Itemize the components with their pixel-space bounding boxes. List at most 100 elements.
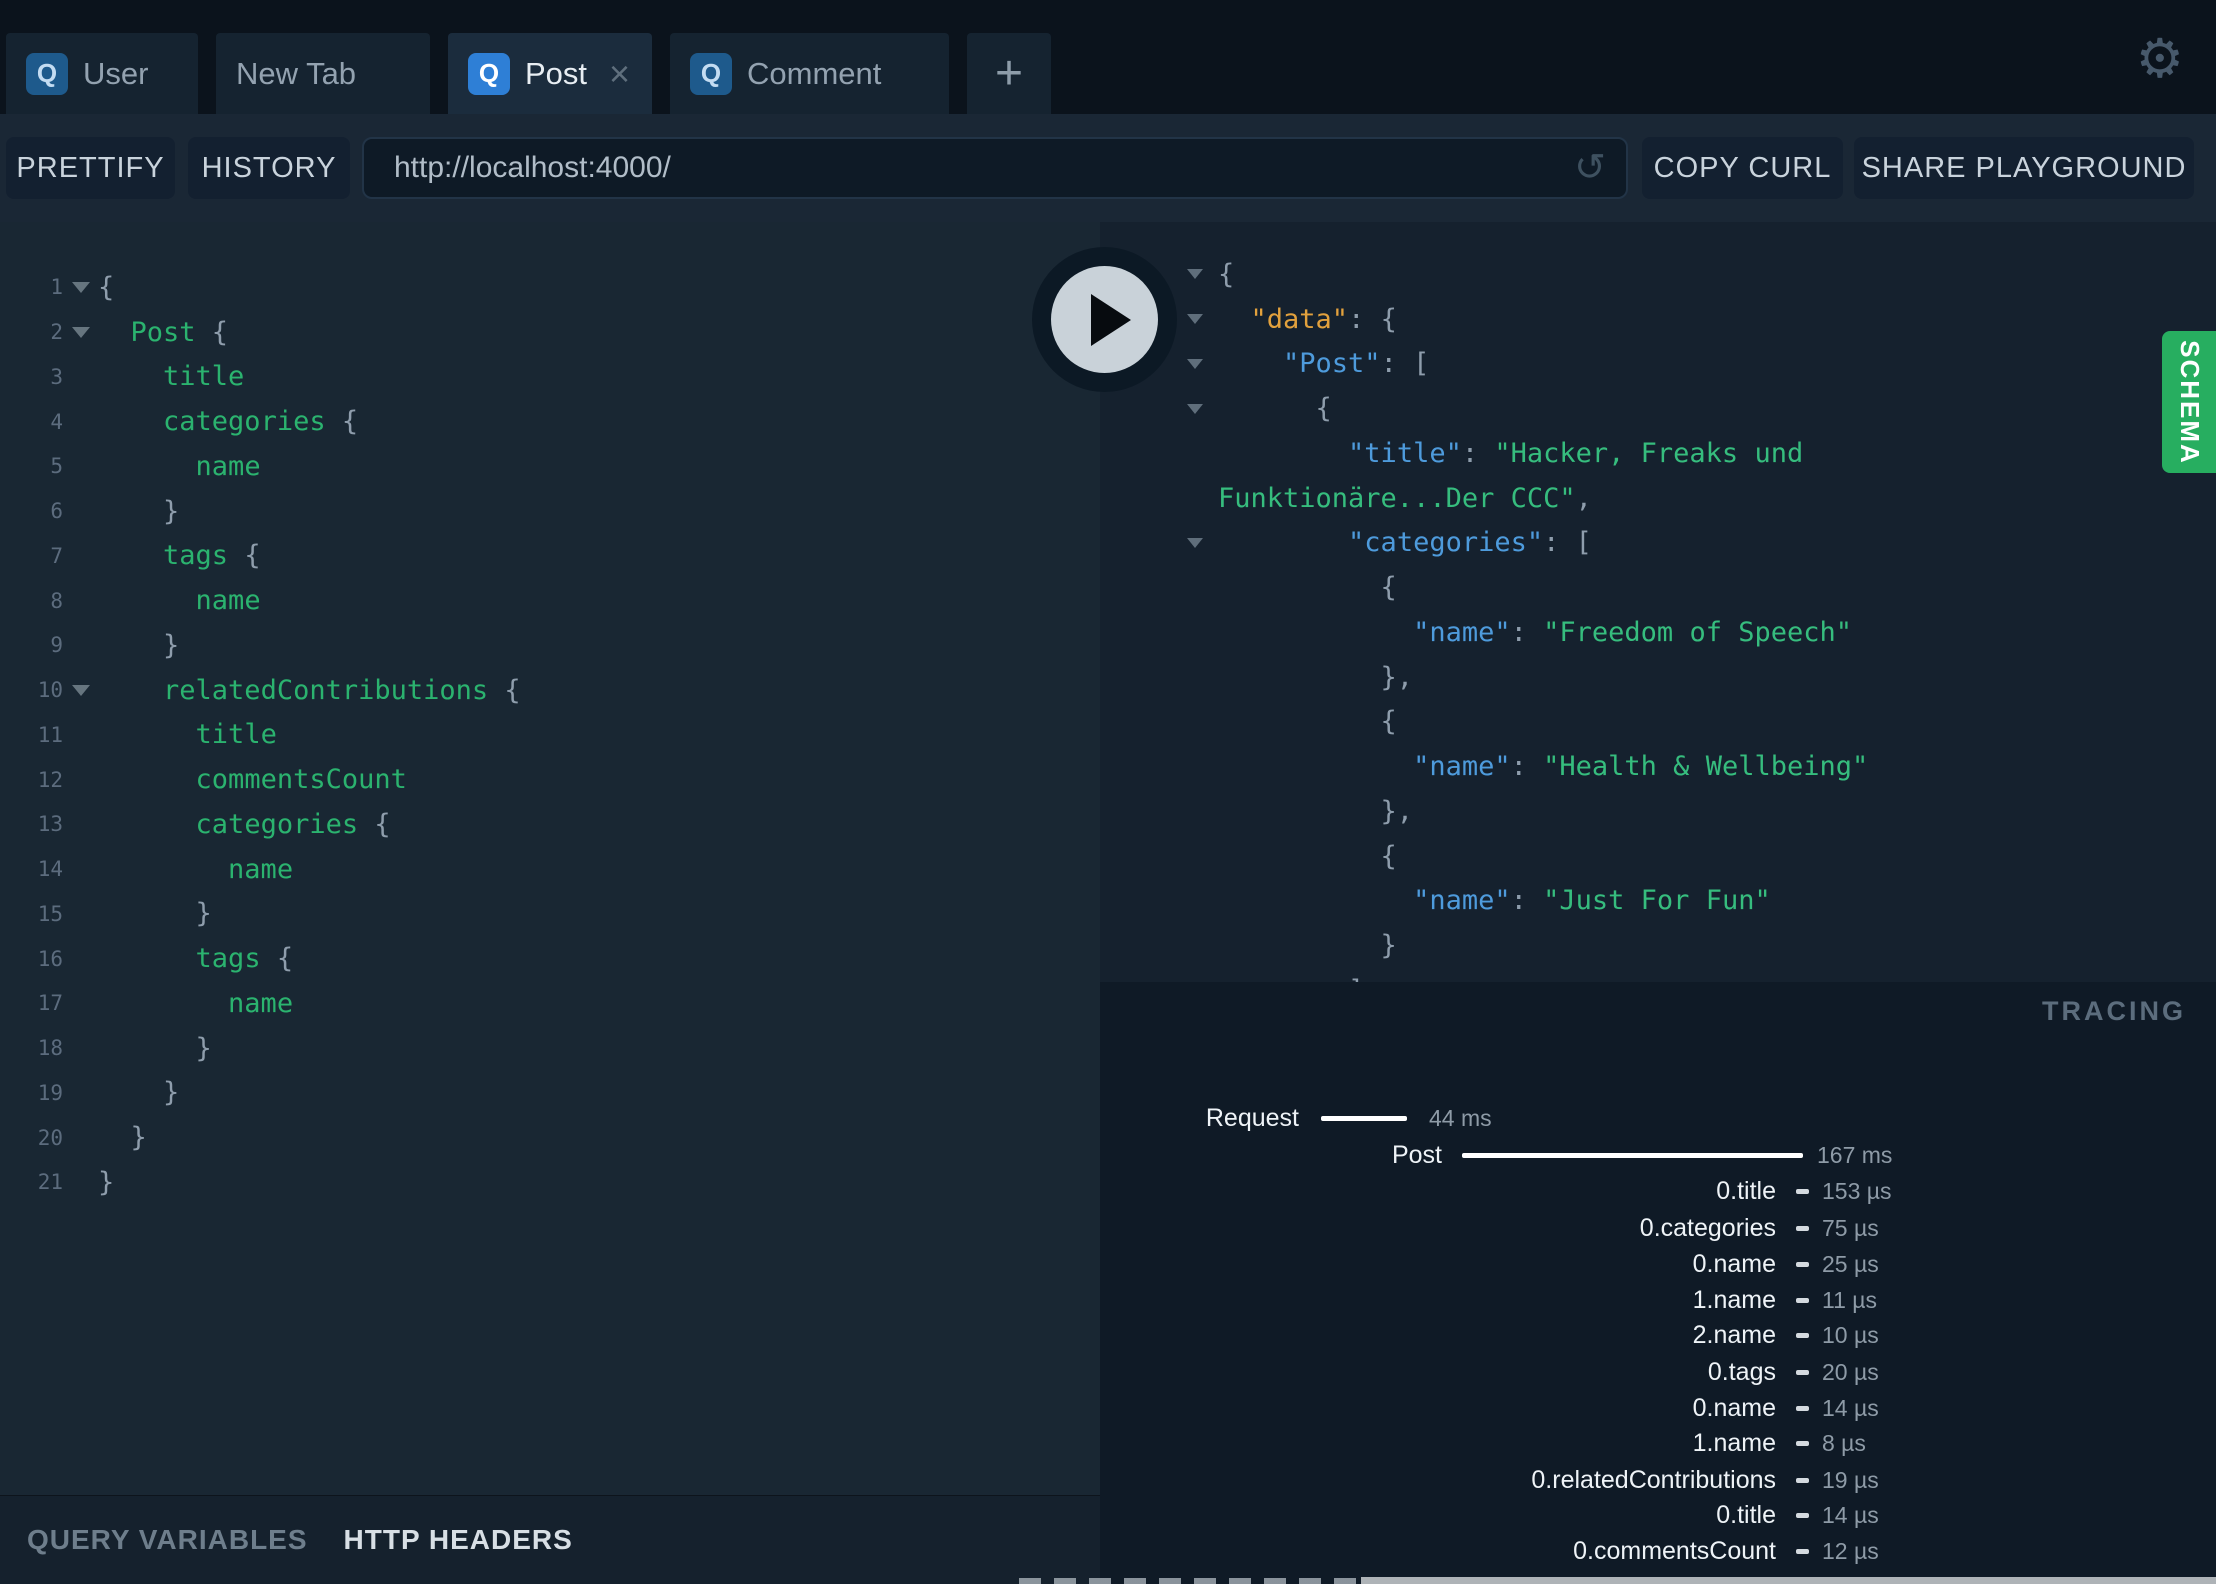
editor-line[interactable]: 18 } bbox=[0, 1026, 1100, 1071]
code-text: { bbox=[1218, 393, 1332, 424]
code-text: title bbox=[98, 719, 277, 750]
editor-line[interactable]: 11 title bbox=[0, 713, 1100, 758]
settings-gear-icon[interactable]: ⚙ bbox=[2136, 24, 2184, 94]
code-token: categories bbox=[163, 406, 326, 438]
editor-line[interactable]: 19 } bbox=[0, 1071, 1100, 1116]
code-token: { bbox=[1218, 572, 1397, 604]
code-text: Funktionäre...Der CCC", bbox=[1218, 483, 1592, 514]
fold-arrow-icon[interactable] bbox=[1187, 537, 1203, 548]
editor-line[interactable]: 17 name bbox=[0, 981, 1100, 1026]
code-token: : [ bbox=[1543, 527, 1592, 559]
code-token: }, bbox=[1218, 661, 1414, 693]
code-text: Post { bbox=[98, 316, 229, 348]
trace-tick-dash bbox=[1796, 1406, 1809, 1411]
tab-post[interactable]: Q Post × bbox=[448, 33, 652, 114]
editor-line[interactable]: 16 tags { bbox=[0, 936, 1100, 981]
line-number: 18 bbox=[37, 1036, 63, 1061]
fold-arrow-icon[interactable] bbox=[1187, 314, 1203, 325]
code-text: commentsCount bbox=[98, 764, 407, 795]
new-tab-button[interactable]: + bbox=[967, 33, 1051, 114]
trace-label: Request bbox=[1205, 1104, 1299, 1132]
trace-row: 0.name 25 µs bbox=[1100, 1248, 2216, 1280]
response-line: "categories": [ bbox=[1100, 521, 2216, 566]
editor-line[interactable]: 13 categories { bbox=[0, 802, 1100, 847]
tab-comment[interactable]: Q Comment bbox=[670, 33, 949, 114]
prettify-button[interactable]: PRETTIFY bbox=[6, 137, 175, 199]
trace-label: 2.name bbox=[1692, 1321, 1776, 1349]
editor-line[interactable]: 15 } bbox=[0, 892, 1100, 937]
close-tab-icon[interactable]: × bbox=[609, 55, 630, 92]
code-token: } bbox=[98, 1122, 147, 1154]
code-token: "Health & Wellbeing" bbox=[1543, 751, 1869, 783]
response-line: "name": "Just For Fun" bbox=[1100, 879, 2216, 924]
code-token: } bbox=[98, 1166, 115, 1198]
editor-line[interactable]: 6 } bbox=[0, 489, 1100, 534]
execute-query-button[interactable] bbox=[1032, 247, 1177, 392]
fold-arrow-icon[interactable] bbox=[1187, 403, 1203, 414]
reload-schema-icon[interactable]: ↺ bbox=[1574, 149, 1606, 187]
editor-line[interactable]: 3 title bbox=[0, 355, 1100, 400]
fold-arrow-icon[interactable] bbox=[71, 326, 90, 338]
trace-duration-value: 14 µs bbox=[1822, 1395, 1879, 1421]
copy-curl-button[interactable]: COPY CURL bbox=[1642, 137, 1843, 199]
code-text: }, bbox=[1218, 796, 1414, 827]
tab-user[interactable]: Q User bbox=[6, 33, 198, 114]
code-token: } bbox=[98, 495, 180, 527]
trace-tick-dash bbox=[1796, 1549, 1809, 1554]
response-json-lines: { "data": { "Post": [ { "title": "Hacker… bbox=[1100, 252, 2216, 982]
code-token: "Post" bbox=[1283, 348, 1381, 380]
code-token: "Freedom of Speech" bbox=[1543, 616, 1852, 648]
response-pane: { "data": { "Post": [ { "title": "Hacker… bbox=[1100, 222, 2216, 982]
share-playground-button[interactable]: SHARE PLAYGROUND bbox=[1854, 137, 2194, 199]
fold-arrow-slot bbox=[1187, 537, 1218, 548]
fold-arrow-icon[interactable] bbox=[71, 281, 90, 293]
code-text: "categories": [ bbox=[1218, 527, 1592, 558]
editor-line[interactable]: 4 categories { bbox=[0, 399, 1100, 444]
editor-line[interactable]: 12 commentsCount bbox=[0, 757, 1100, 802]
endpoint-url-input[interactable]: http://localhost:4000/ ↺ bbox=[362, 137, 1628, 199]
schema-side-tab[interactable]: SCHEMA bbox=[2162, 331, 2216, 473]
history-button[interactable]: HISTORY bbox=[188, 137, 350, 199]
trace-row: 0.relatedContributions 19 µs bbox=[1100, 1464, 2216, 1496]
editor-line[interactable]: 21} bbox=[0, 1160, 1100, 1205]
editor-line[interactable]: 5 name bbox=[0, 444, 1100, 489]
trace-label: 1.name bbox=[1692, 1286, 1776, 1314]
horizontal-scrollbar-thumb[interactable] bbox=[1361, 1577, 2216, 1584]
trace-duration-value: 8 µs bbox=[1822, 1430, 1866, 1456]
editor-line[interactable]: 10 relatedContributions { bbox=[0, 668, 1100, 713]
tab-label: User bbox=[83, 55, 149, 91]
fold-arrow-icon[interactable] bbox=[71, 684, 90, 696]
editor-line[interactable]: 14 name bbox=[0, 847, 1100, 892]
editor-line[interactable]: 20 } bbox=[0, 1115, 1100, 1160]
tracing-title: TRACING bbox=[2042, 996, 2186, 1026]
trace-duration-value: 14 µs bbox=[1822, 1502, 1879, 1528]
http-headers-tab[interactable]: HTTP HEADERS bbox=[344, 1524, 573, 1556]
fold-arrow-icon[interactable] bbox=[1187, 358, 1203, 369]
query-editor-pane[interactable]: 1{2 Post {3 title 4 categories {5 name 6 }… bbox=[0, 222, 1100, 1495]
line-number: 4 bbox=[50, 409, 63, 434]
editor-line[interactable]: 7 tags { bbox=[0, 534, 1100, 579]
line-number: 5 bbox=[50, 454, 63, 479]
editor-line[interactable]: 9 } bbox=[0, 623, 1100, 668]
trace-tick-dash bbox=[1796, 1441, 1809, 1446]
play-icon bbox=[1090, 293, 1131, 346]
query-variables-tab[interactable]: QUERY VARIABLES bbox=[27, 1524, 308, 1556]
tab-new-tab[interactable]: New Tab bbox=[216, 33, 430, 114]
code-text: "name": "Freedom of Speech" bbox=[1218, 617, 1852, 648]
code-token: name bbox=[228, 987, 294, 1019]
code-token: "name" bbox=[1413, 751, 1511, 783]
fold-arrow-icon[interactable] bbox=[1187, 269, 1203, 280]
editor-line[interactable]: 2 Post { bbox=[0, 310, 1100, 355]
code-text: { bbox=[1218, 841, 1397, 872]
trace-tick-dash bbox=[1796, 1189, 1809, 1194]
editor-line[interactable]: 1{ bbox=[0, 265, 1100, 310]
code-token: , bbox=[1575, 482, 1592, 514]
code-token: Post bbox=[130, 316, 196, 348]
code-token: commentsCount bbox=[195, 764, 407, 796]
editor-line[interactable]: 8 name bbox=[0, 578, 1100, 623]
